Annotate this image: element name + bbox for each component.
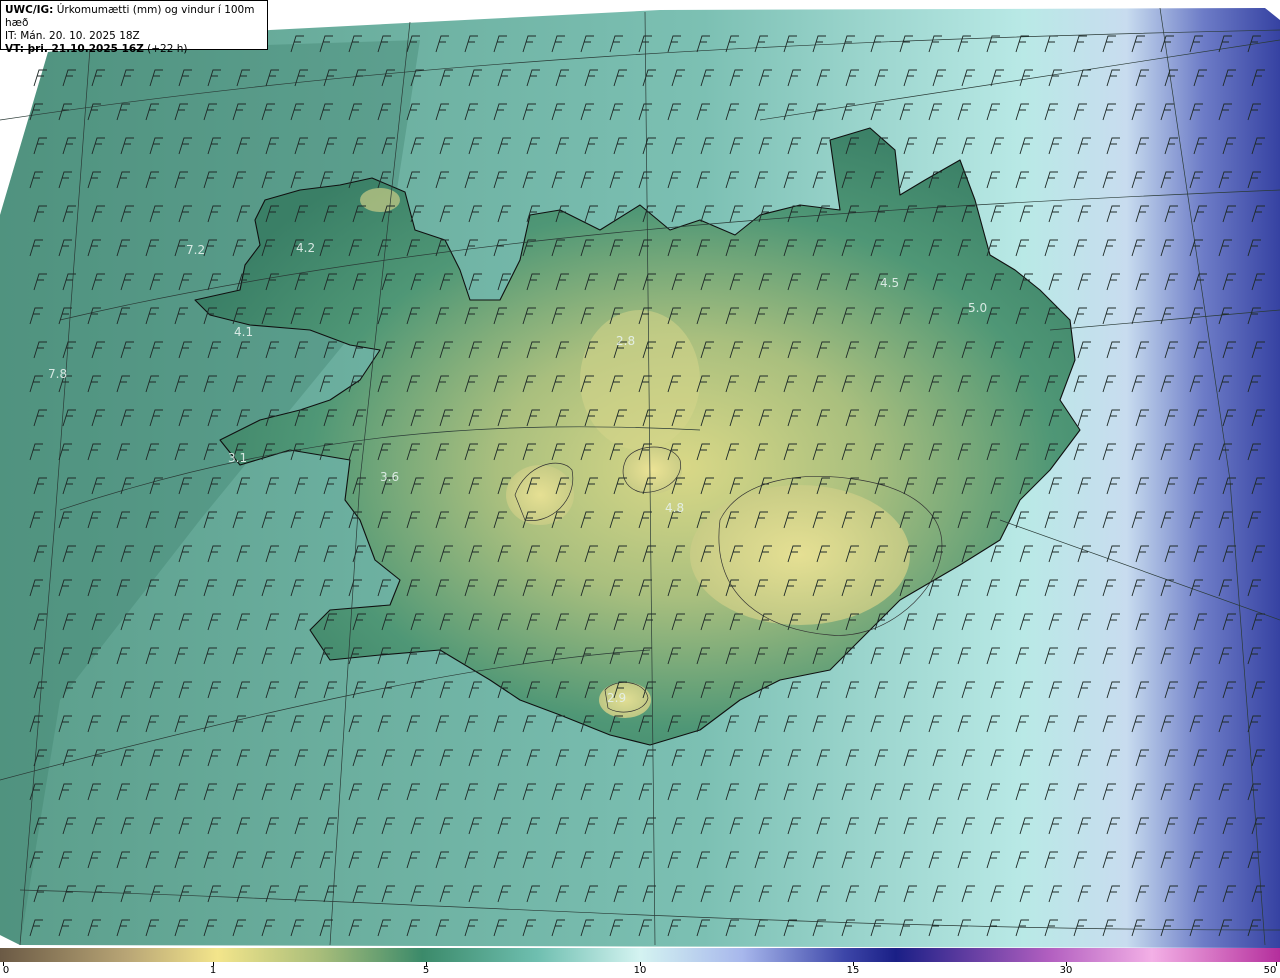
precip-colorbar	[0, 948, 1280, 962]
map-label: 4.2	[296, 241, 315, 255]
langjokull-area	[506, 465, 574, 525]
map-label: 2.9	[607, 691, 626, 705]
colorbar-tick-label: 50	[1263, 965, 1277, 976]
map-header: UWC/IG: Úrkomumætti (mm) og vindur í 100…	[0, 0, 268, 55]
map-label: 4.1	[234, 325, 253, 339]
product-name: UWC/IG:	[5, 4, 54, 16]
map-label: 7.2	[186, 243, 205, 257]
map-label: 7.8	[48, 367, 67, 381]
map-label: 5.0	[968, 301, 987, 315]
weather-map: 4.2 7.2 4.1 7.8 3.1 3.6 2.8 4.8 4.5 5.0 …	[0, 7, 1280, 948]
colorbar-tick-label: 0	[2, 965, 10, 976]
colorbar-tick-label: 5	[422, 965, 430, 976]
map-label: 2.8	[616, 334, 635, 348]
westfjords-highland	[360, 188, 400, 212]
colorbar-tick-label: 10	[633, 965, 647, 976]
colorbar-tick-label: 15	[846, 965, 860, 976]
colorbar-tick-label: 1	[209, 965, 217, 976]
colorbar-tick-label: 30	[1059, 965, 1073, 976]
valid-time: VT: þri. 21.10.2025 16Z	[5, 43, 144, 55]
map-label: 4.5	[880, 276, 899, 290]
map-label: 3.1	[228, 451, 247, 465]
map-label: 4.8	[665, 501, 684, 515]
map-label: 3.6	[380, 470, 399, 484]
init-time: IT: Mán. 20. 10. 2025 18Z	[5, 30, 140, 42]
forecast-offset: (+22 h)	[147, 43, 188, 55]
hofsjokull-area	[622, 446, 682, 494]
